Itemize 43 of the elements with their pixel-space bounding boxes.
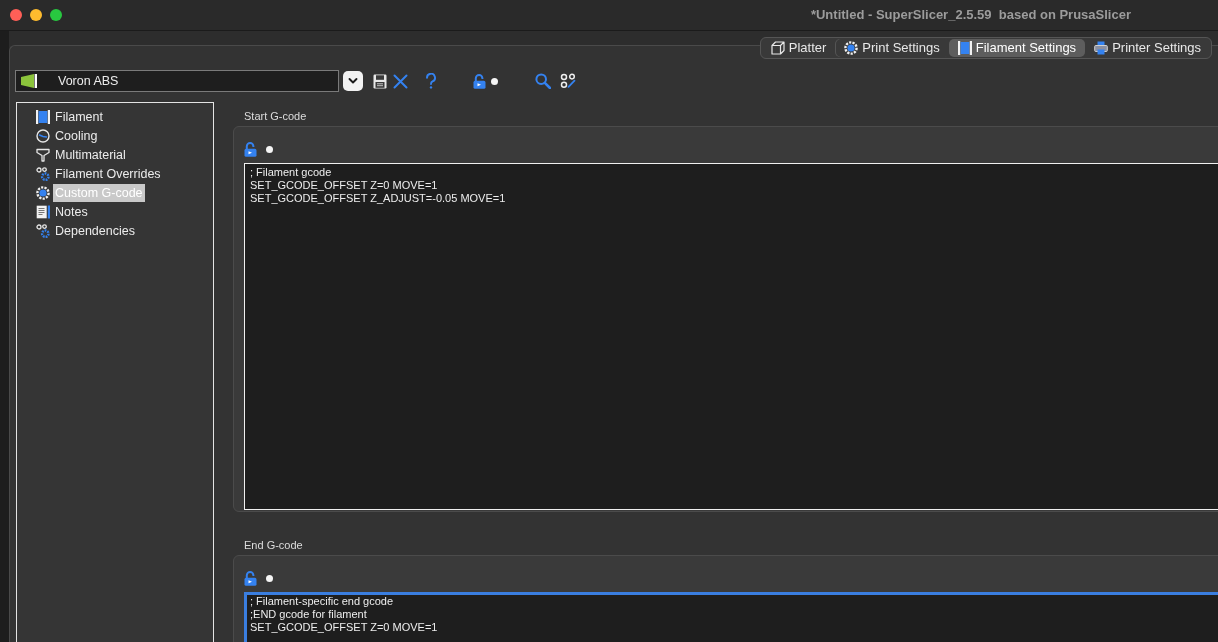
zoom-icon[interactable] <box>50 9 62 21</box>
dot-icon[interactable] <box>491 77 498 85</box>
dot-icon[interactable] <box>266 574 273 582</box>
sidebar-item[interactable]: Filament Overrides <box>53 164 163 183</box>
clock-icon <box>36 128 50 143</box>
gcode-editor-field[interactable]: ; Filament gcode SET_GCODE_OFFSET Z=0 MOVE=1 SET_GCODE_OFFSET Z_ADJUST=-0.05 MOVE=1 <box>244 163 1218 510</box>
sidebar-item[interactable]: Notes <box>53 202 90 221</box>
close-icon[interactable] <box>10 9 22 21</box>
dot-icon[interactable] <box>266 145 273 153</box>
sidebar-item[interactable]: Multimaterial <box>53 145 128 164</box>
minimize-icon[interactable] <box>30 9 42 21</box>
cross-icon[interactable] <box>393 73 408 89</box>
tab[interactable]: Filament Settings <box>948 39 1086 57</box>
padlock-icon[interactable] <box>473 73 486 89</box>
gears-icon <box>36 223 50 238</box>
tab[interactable]: Print Settings <box>835 39 949 57</box>
document-icon <box>36 204 50 219</box>
dropdown-button[interactable] <box>343 71 363 91</box>
padlock-icon[interactable] <box>244 141 257 157</box>
tab[interactable]: Platter <box>761 39 836 57</box>
padlock-icon[interactable] <box>244 570 257 586</box>
cube-icon <box>770 41 785 55</box>
circles-icon[interactable] <box>560 73 576 89</box>
section-title: End G-code <box>243 538 304 553</box>
spool-icon <box>36 109 50 124</box>
sidebar-item[interactable]: Filament <box>53 107 105 126</box>
gears-icon <box>36 166 50 181</box>
sidebar-item[interactable]: Cooling <box>53 126 100 145</box>
preset-combo[interactable]: Voron ABS <box>15 70 339 92</box>
spool-icon <box>957 41 972 55</box>
flag-icon <box>21 74 37 88</box>
funnel-icon <box>36 147 50 162</box>
tab[interactable]: Printer Settings <box>1085 39 1210 57</box>
section-title: Start G-code <box>243 109 308 124</box>
window-title: *Untitled - SuperSlicer_2.5.59 based on PrusaSlicer <box>810 6 1131 25</box>
sidebar-item[interactable]: Dependencies <box>53 221 137 240</box>
printer-icon <box>1094 41 1109 55</box>
gear-icon <box>844 41 859 55</box>
save-icon[interactable] <box>373 73 387 89</box>
gcode-editor-field[interactable]: ; Filament-specific end gcode ;END gcode for filament SET_GCODE_OFFSET Z=0 MOVE=1 <box>244 592 1218 642</box>
help-icon[interactable] <box>425 73 437 89</box>
gear-icon <box>36 185 50 200</box>
search-icon[interactable] <box>535 73 551 89</box>
